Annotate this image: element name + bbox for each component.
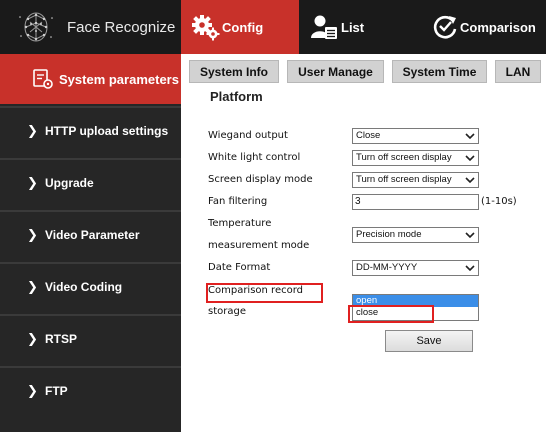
sidebar-item-label: RTSP (45, 332, 78, 346)
chevron-down-icon (465, 177, 475, 184)
fan-filtering-hint: (1-10s) (481, 196, 517, 207)
annotation-box-close-option (348, 305, 434, 323)
chevron-down-icon (465, 155, 475, 162)
comparison-refresh-icon (433, 15, 457, 39)
temperature-mode-select[interactable]: Precision mode (352, 227, 479, 243)
comparison-record-label-line2: storage (208, 306, 246, 317)
sidebar-item-label: Upgrade (45, 176, 94, 190)
screen-mode-select[interactable]: Turn off screen display (352, 172, 479, 188)
sidebar-item-ftp[interactable]: ❯ FTP (0, 366, 181, 414)
fan-filtering-label: Fan filtering (208, 196, 268, 207)
face-scan-icon (19, 12, 53, 42)
sidebar-item-system-parameters[interactable]: System parameters (0, 54, 181, 104)
temperature-label-line1: Temperature (208, 218, 272, 229)
tab-user-manage[interactable]: User Manage (287, 60, 384, 83)
date-format-label: Date Format (208, 262, 271, 273)
wiegand-label: Wiegand output (208, 130, 288, 141)
tab-list-label: List (341, 19, 365, 35)
chevron-down-icon (465, 133, 475, 140)
date-format-select[interactable]: DD-MM-YYYY (352, 260, 479, 276)
sidebar-item-video-parameter[interactable]: ❯ Video Parameter (0, 210, 181, 258)
chevron-right-icon: ❯ (27, 331, 38, 347)
chevron-down-icon (465, 232, 475, 239)
brand-title: Face Recognize (67, 19, 176, 36)
brand: Face Recognize (0, 0, 181, 54)
chevron-right-icon: ❯ (27, 175, 38, 191)
fan-filtering-input[interactable]: 3 (352, 194, 479, 210)
screen-mode-label: Screen display mode (208, 174, 313, 185)
white-light-value: Turn off screen display (356, 152, 452, 163)
sidebar-item-video-coding[interactable]: ❯ Video Coding (0, 262, 181, 310)
settings-document-icon (33, 69, 53, 89)
sidebar-item-upgrade[interactable]: ❯ Upgrade (0, 158, 181, 206)
gears-icon (192, 15, 220, 41)
temperature-mode-value: Precision mode (356, 229, 422, 240)
chevron-right-icon: ❯ (27, 279, 38, 295)
sidebar-item-label: System parameters (59, 71, 179, 87)
annotation-box-label (206, 283, 323, 303)
screen-mode-value: Turn off screen display (356, 174, 452, 185)
tab-system-info[interactable]: System Info (189, 60, 279, 83)
sidebar-item-label: FTP (45, 384, 68, 398)
wiegand-select[interactable]: Close (352, 128, 479, 144)
tab-config-label: Config (222, 19, 264, 35)
sidebar-item-http-upload[interactable]: ❯ HTTP upload settings (0, 106, 181, 154)
sidebar-item-rtsp[interactable]: ❯ RTSP (0, 314, 181, 362)
tab-system-time[interactable]: System Time (392, 60, 487, 83)
tab-list[interactable]: List (299, 0, 417, 54)
wiegand-value: Close (356, 130, 381, 141)
sidebar-item-label: Video Coding (45, 280, 123, 294)
date-format-value: DD-MM-YYYY (356, 262, 418, 273)
chevron-right-icon: ❯ (27, 123, 38, 139)
sidebar-item-label: Video Parameter (45, 228, 140, 242)
white-light-label: White light control (208, 152, 301, 163)
temperature-label-line2: measurement mode (208, 240, 310, 251)
tab-comparison[interactable]: Comparison (430, 0, 546, 54)
white-light-select[interactable]: Turn off screen display (352, 150, 479, 166)
tab-config[interactable]: Config (181, 0, 299, 54)
tab-comparison-label: Comparison (460, 19, 536, 35)
section-title: Platform (210, 89, 263, 104)
sidebar-item-label: HTTP upload settings (45, 124, 169, 138)
chevron-right-icon: ❯ (27, 383, 38, 399)
sidebar-divider (181, 54, 186, 432)
chevron-down-icon (465, 265, 475, 272)
tab-lan[interactable]: LAN (495, 60, 541, 83)
save-button[interactable]: Save (385, 330, 473, 352)
user-list-icon (311, 15, 337, 39)
chevron-right-icon: ❯ (27, 227, 38, 243)
